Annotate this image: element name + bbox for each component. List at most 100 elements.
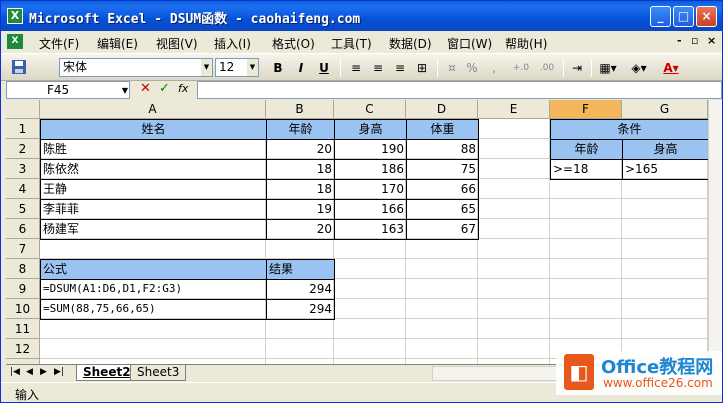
bold-button[interactable]: B [268,59,288,77]
last-sheet-icon[interactable]: ▶| [54,367,64,377]
grid-cell[interactable] [334,319,406,339]
grid-cell[interactable] [406,319,478,339]
grid-cell[interactable] [266,239,334,259]
grid-cell[interactable] [550,319,622,339]
table-header-cell[interactable]: 年龄 [266,119,335,140]
row-header-1[interactable]: 1 [6,119,40,139]
grid-cell[interactable] [478,199,550,219]
chevron-down-icon[interactable]: ▼ [122,83,128,99]
font-name-select[interactable]: 宋体 ▼ [59,58,213,77]
table-cell[interactable]: 李菲菲 [40,199,267,220]
close-button[interactable]: × [696,6,717,27]
menu-edit[interactable]: 编辑(E) [97,35,138,52]
grid-cell[interactable] [406,239,478,259]
menu-help[interactable]: 帮助(H) [505,35,547,52]
table-cell[interactable]: 陈依然 [40,159,267,180]
table-cell[interactable]: 19 [266,199,335,220]
column-header-b[interactable]: B [266,100,334,119]
merge-center-icon[interactable]: ⊞ [412,59,432,77]
decrease-decimal-button[interactable]: .00 [535,59,559,77]
menu-tools[interactable]: 工具(T) [331,35,372,52]
row-header-6[interactable]: 6 [6,219,40,239]
next-sheet-icon[interactable]: ▶ [40,367,47,377]
formula-text-cell[interactable]: =DSUM(A1:D6,D1,F2:G3) [40,279,267,300]
grid-cell[interactable] [478,339,550,359]
grid-cell[interactable] [334,339,406,359]
table-cell[interactable]: 杨建军 [40,219,267,240]
first-sheet-icon[interactable]: |◀ [10,367,20,377]
grid-cell[interactable] [478,299,550,319]
table-header-cell[interactable]: 姓名 [40,119,267,140]
name-box[interactable]: F45 ▼ [6,81,130,99]
chevron-down-icon[interactable]: ▼ [201,59,212,76]
grid-cell[interactable] [334,259,406,279]
font-color-icon[interactable]: A▾ [657,59,685,77]
criteria-value-cell[interactable]: >=18 [550,159,623,180]
column-header-a[interactable]: A [40,100,266,119]
grid-cell[interactable] [550,259,622,279]
indent-icon[interactable]: ⇥ [567,59,587,77]
column-header-c[interactable]: C [334,100,406,119]
align-center-icon[interactable]: ≡ [368,59,388,77]
table-cell[interactable]: 66 [406,179,479,200]
formula-text-cell[interactable]: =SUM(88,75,66,65) [40,299,267,320]
table-cell[interactable]: 163 [334,219,407,240]
sheet-tab-sheet3[interactable]: Sheet3 [130,365,187,381]
percent-button[interactable]: % [463,59,481,77]
grid-cell[interactable] [406,279,478,299]
grid-cell[interactable] [622,219,708,239]
grid-cell[interactable] [478,259,550,279]
grid-cell[interactable] [266,339,334,359]
table-cell[interactable]: 20 [266,139,335,160]
sheet-tab-sheet2[interactable]: Sheet2 [76,365,138,381]
select-all-corner[interactable] [6,100,40,119]
grid-cell[interactable] [622,279,708,299]
menu-insert[interactable]: 插入(I) [214,35,251,52]
grid-cell[interactable] [550,239,622,259]
menu-file[interactable]: 文件(F) [39,35,79,52]
doc-close-button[interactable]: × [707,34,716,47]
table-header-cell[interactable]: 身高 [334,119,407,140]
table-header-cell[interactable]: 体重 [406,119,479,140]
grid-cell[interactable] [334,239,406,259]
table-cell[interactable]: 186 [334,159,407,180]
grid-cell[interactable] [622,319,708,339]
menu-data[interactable]: 数据(D) [389,35,432,52]
italic-button[interactable]: I [291,59,311,77]
grid-cell[interactable] [334,279,406,299]
enter-icon[interactable]: ✓ [159,81,170,96]
column-header-d[interactable]: D [406,100,478,119]
row-header-11[interactable]: 11 [6,319,40,339]
criteria-header-cell[interactable]: 年龄 [550,139,623,160]
table-cell[interactable]: 75 [406,159,479,180]
grid-cell[interactable] [478,139,550,159]
worksheet-grid[interactable]: ABCDEFG12345678910111213姓名年龄身高体重陈胜201908… [6,100,708,364]
grid-cell[interactable] [266,319,334,339]
formula-result-cell[interactable]: 294 [266,279,335,300]
table-cell[interactable]: 65 [406,199,479,220]
criteria-header-cell[interactable]: 身高 [622,139,708,160]
grid-cell[interactable] [550,279,622,299]
grid-cell[interactable] [622,299,708,319]
column-header-g[interactable]: G [622,100,708,119]
table-cell[interactable]: 18 [266,179,335,200]
align-left-icon[interactable]: ≡ [346,59,366,77]
grid-cell[interactable] [406,259,478,279]
formula-header-cell[interactable]: 结果 [266,259,335,280]
currency-icon[interactable]: ¤ [443,59,461,77]
grid-cell[interactable] [478,179,550,199]
prev-sheet-icon[interactable]: ◀ [26,367,33,377]
align-right-icon[interactable]: ≡ [390,59,410,77]
grid-cell[interactable] [40,319,266,339]
insert-function-icon[interactable]: fx [178,82,188,95]
row-header-5[interactable]: 5 [6,199,40,219]
row-header-7[interactable]: 7 [6,239,40,259]
row-header-3[interactable]: 3 [6,159,40,179]
column-header-f[interactable]: F [550,100,622,119]
row-header-10[interactable]: 10 [6,299,40,319]
table-cell[interactable]: 170 [334,179,407,200]
maximize-button[interactable]: □ [673,6,694,27]
grid-cell[interactable] [40,239,266,259]
row-header-8[interactable]: 8 [6,259,40,279]
grid-cell[interactable] [550,219,622,239]
